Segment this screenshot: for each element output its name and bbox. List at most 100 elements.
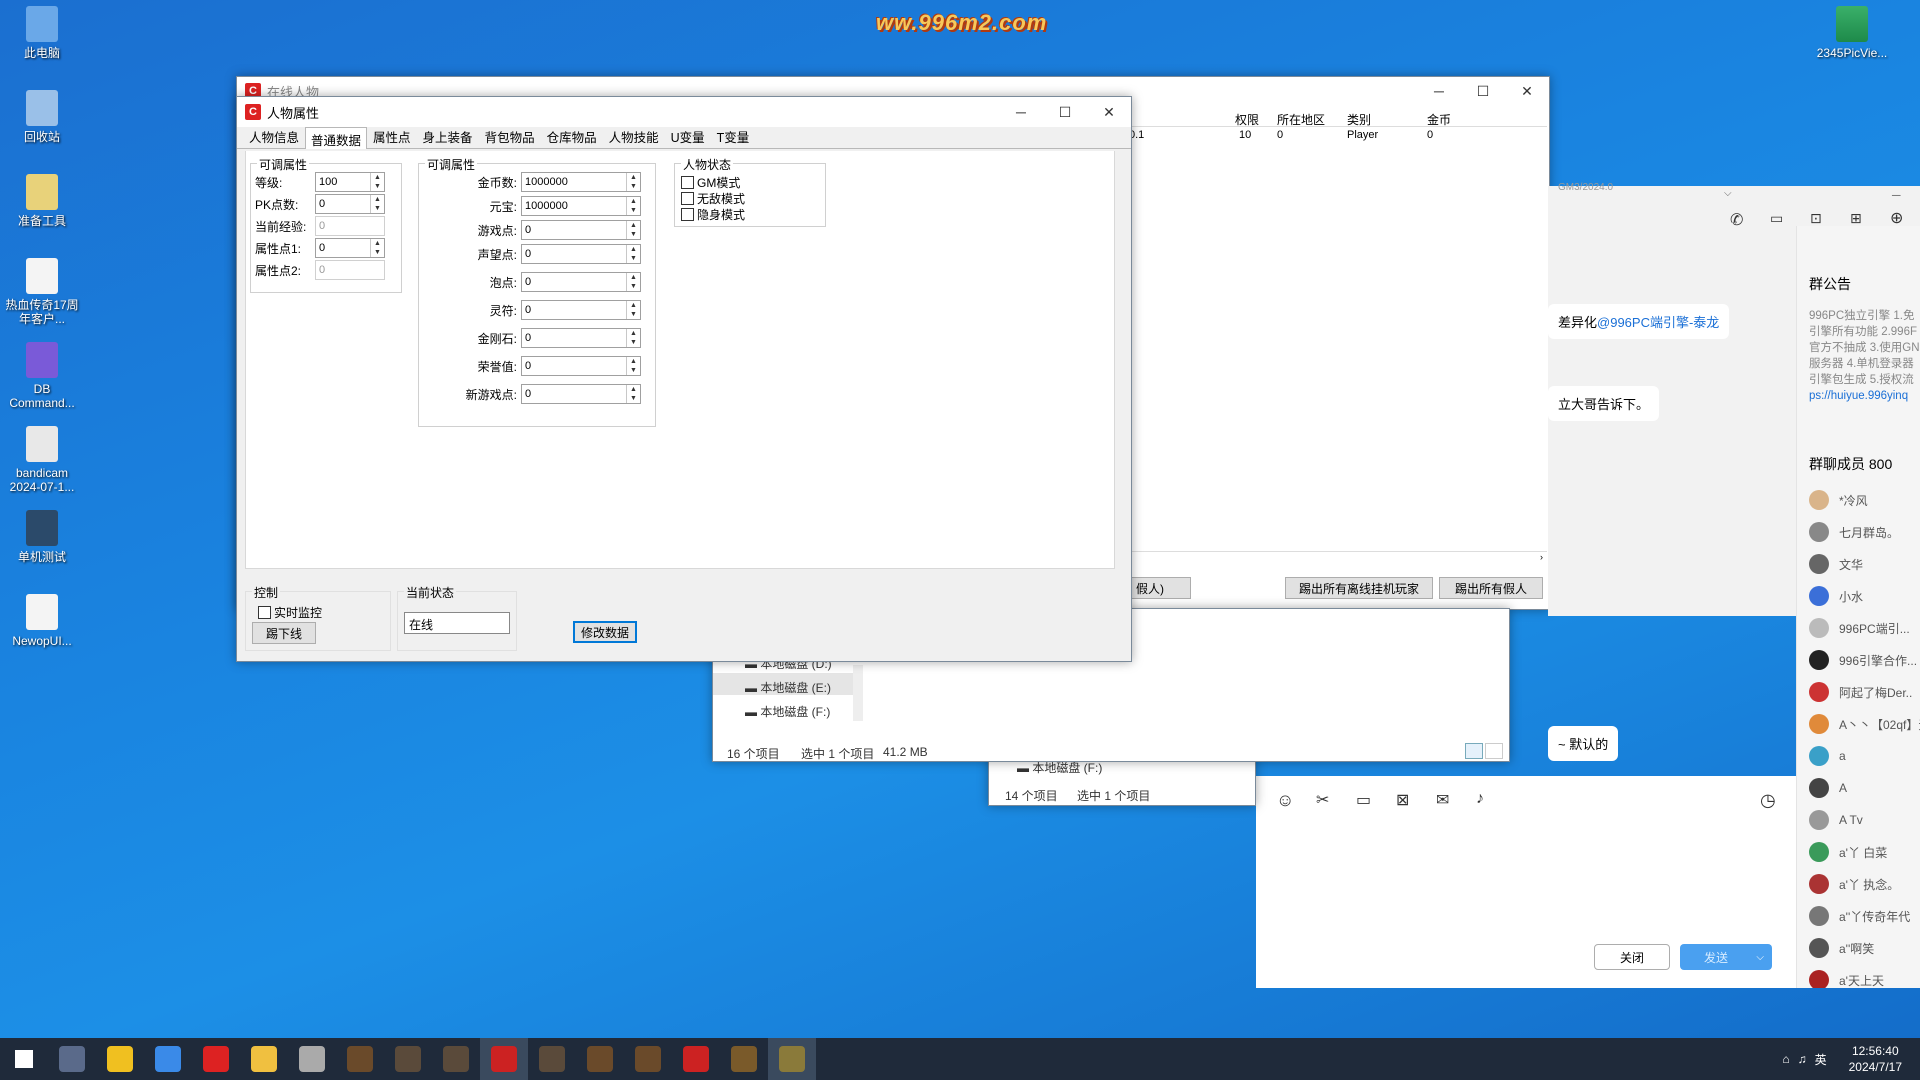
down-arrow-icon[interactable]: ▼ — [627, 182, 640, 191]
member-item[interactable]: a — [1809, 740, 1920, 772]
down-arrow-icon[interactable]: ▼ — [371, 182, 384, 191]
value-input[interactable] — [316, 261, 370, 279]
spin-arrows[interactable]: ▲ ▼ — [626, 357, 640, 375]
close-chat-button[interactable]: 关闭 — [1594, 944, 1670, 970]
member-item[interactable]: A Tv — [1809, 804, 1920, 836]
modify-data-button[interactable]: 修改数据 — [573, 621, 637, 643]
desktop-icon[interactable]: 回收站 — [0, 90, 84, 144]
member-item[interactable]: a''啊笑 — [1809, 932, 1920, 964]
col-header-perm[interactable]: 权限 — [1235, 111, 1259, 128]
image-icon[interactable]: ⊠ — [1396, 790, 1409, 810]
close-button[interactable]: ✕ — [1087, 97, 1131, 127]
up-arrow-icon[interactable]: ▲ — [627, 329, 640, 338]
spin-field[interactable]: ▲▼ — [521, 244, 641, 264]
value-input[interactable] — [522, 357, 626, 375]
tab-2[interactable]: 属性点 — [367, 124, 417, 148]
desktop-icon[interactable]: 单机测试 — [0, 510, 84, 564]
desktop-icon[interactable]: 准备工具 — [0, 174, 84, 228]
desktop-icon[interactable]: NewopUI... — [0, 594, 84, 648]
folder-icon[interactable]: ▭ — [1356, 790, 1371, 810]
details-view-icon[interactable] — [1465, 743, 1483, 759]
tab-1[interactable]: 普通数据 — [305, 127, 368, 149]
up-arrow-icon[interactable]: ▲ — [627, 273, 640, 282]
value-input[interactable] — [316, 195, 370, 213]
scissors-icon[interactable]: ✂ — [1316, 790, 1329, 810]
member-item[interactable]: 996PC端引... — [1809, 612, 1920, 644]
member-item[interactable]: a''丫传奇年代 — [1809, 900, 1920, 932]
taskbar-item[interactable] — [240, 1038, 288, 1080]
spin-field[interactable]: ▲▼ — [521, 196, 641, 216]
member-item[interactable]: A丶丶【02qf】无 — [1809, 708, 1920, 740]
spin-field[interactable]: ▲▼ — [315, 172, 385, 192]
down-arrow-icon[interactable]: ▼ — [627, 310, 640, 319]
horizontal-scrollbar[interactable]: › — [1127, 551, 1547, 563]
taskbar-item[interactable] — [480, 1038, 528, 1080]
desktop-icon[interactable]: bandicam 2024-07-1... — [0, 426, 84, 494]
spin-field[interactable]: ▲▼ — [521, 272, 641, 292]
down-arrow-icon[interactable]: ▼ — [627, 338, 640, 347]
up-arrow-icon[interactable]: ▲ — [627, 221, 640, 230]
up-arrow-icon[interactable]: ▲ — [627, 357, 640, 366]
member-item[interactable]: 996引擎合作... — [1809, 644, 1920, 676]
checkbox[interactable] — [258, 606, 271, 619]
tab-8[interactable]: T变量 — [711, 124, 756, 148]
member-item[interactable]: 文华 — [1809, 548, 1920, 580]
member-item[interactable]: 阿起了梅Der.. — [1809, 676, 1920, 708]
taskbar-item[interactable] — [288, 1038, 336, 1080]
taskbar-item[interactable] — [720, 1038, 768, 1080]
checkbox[interactable] — [681, 176, 694, 189]
spin-arrows[interactable]: ▲ ▼ — [626, 197, 640, 215]
ime-indicator[interactable]: 英 — [1815, 1051, 1827, 1068]
taskbar-item[interactable] — [432, 1038, 480, 1080]
up-arrow-icon[interactable]: ▲ — [371, 239, 384, 248]
spin-arrows[interactable]: ▲ ▼ — [370, 173, 384, 191]
taskbar-item[interactable] — [768, 1038, 816, 1080]
realtime-monitor-checkbox[interactable]: 实时监控 — [258, 604, 322, 621]
value-input[interactable] — [522, 245, 626, 263]
down-arrow-icon[interactable]: ▼ — [627, 282, 640, 291]
spin-arrows[interactable]: ▲ ▼ — [626, 245, 640, 263]
minimize-icon[interactable]: ─ — [1892, 188, 1901, 202]
tab-0[interactable]: 人物信息 — [243, 124, 305, 148]
value-input[interactable] — [522, 221, 626, 239]
spin-field[interactable]: ▲▼ — [521, 384, 641, 404]
drive-item-e[interactable]: ▬ 本地磁盘 (E:) — [745, 679, 831, 696]
spin-field[interactable] — [315, 216, 385, 236]
spin-arrows[interactable]: ▲ ▼ — [626, 273, 640, 291]
col-header-type[interactable]: 类别 — [1347, 111, 1371, 128]
member-item[interactable]: 小水 — [1809, 580, 1920, 612]
value-input[interactable] — [522, 173, 626, 191]
down-arrow-icon[interactable]: ▼ — [371, 204, 384, 213]
spin-arrows[interactable]: ▲ ▼ — [626, 329, 640, 347]
tab-3[interactable]: 身上装备 — [417, 124, 479, 148]
status-checkbox[interactable]: 无敌模式 — [681, 190, 745, 207]
down-arrow-icon[interactable]: ▼ — [371, 248, 384, 257]
spin-field[interactable]: ▲▼ — [315, 194, 385, 214]
value-input[interactable] — [316, 217, 370, 235]
taskbar-item[interactable] — [672, 1038, 720, 1080]
spin-arrows[interactable]: ▲ ▼ — [626, 221, 640, 239]
taskbar-item[interactable] — [144, 1038, 192, 1080]
up-arrow-icon[interactable]: ▲ — [627, 301, 640, 310]
history-icon[interactable]: ◷ — [1760, 790, 1776, 811]
kick-offline-button[interactable]: 踢下线 — [252, 622, 316, 644]
value-input[interactable] — [316, 173, 370, 191]
value-input[interactable] — [522, 197, 626, 215]
up-arrow-icon[interactable]: ▲ — [371, 173, 384, 182]
down-arrow-icon[interactable]: ▼ — [627, 230, 640, 239]
taskbar-item[interactable] — [384, 1038, 432, 1080]
taskbar-item[interactable] — [336, 1038, 384, 1080]
tab-4[interactable]: 背包物品 — [479, 124, 541, 148]
value-input[interactable] — [522, 329, 626, 347]
desktop-icon[interactable]: DB Command... — [0, 342, 84, 410]
col-header-region[interactable]: 所在地区 — [1277, 111, 1325, 128]
value-input[interactable] — [522, 301, 626, 319]
close-button[interactable]: ✕ — [1505, 76, 1549, 106]
tab-5[interactable]: 仓库物品 — [541, 124, 603, 148]
member-item[interactable]: a'天上天 — [1809, 964, 1920, 988]
tiles-view-icon[interactable] — [1485, 743, 1503, 759]
spin-field[interactable]: ▲▼ — [315, 238, 385, 258]
value-input[interactable] — [522, 273, 626, 291]
send-button[interactable]: 发送 ⌵ — [1680, 944, 1772, 970]
tab-7[interactable]: U变量 — [665, 124, 711, 148]
